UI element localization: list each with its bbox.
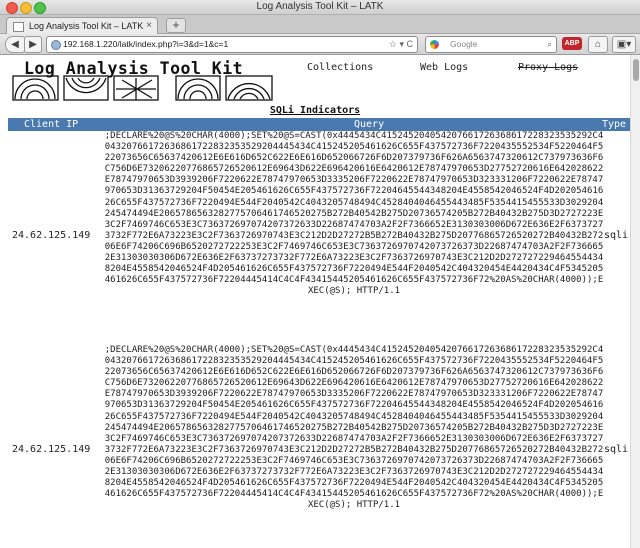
site-identity-icon[interactable] (51, 40, 61, 50)
scrollbar-thumb[interactable] (633, 59, 639, 81)
query-cell: ;DECLARE%20@S%20CHAR(4000);SET%20@S=CAST… (104, 131, 604, 297)
site-logo (12, 75, 273, 101)
client-ip-cell: 24.62.125.149 (12, 230, 91, 241)
table-row: 24.62.125.149 ;DECLARE%20@S%20CHAR(4000)… (0, 131, 630, 341)
url-text[interactable]: 192.168.1.220/latk/index.php?i=3&d=1&c=1 (63, 37, 228, 52)
home-button[interactable]: ⌂ (588, 36, 608, 53)
type-cell: sqli (604, 230, 629, 241)
page-content: Log Analysis Tool Kit Collections Web Lo… (0, 55, 630, 548)
tab-latk[interactable]: Log Analysis Tool Kit – LATK × (6, 17, 158, 34)
nav-link-web-logs[interactable]: Web Logs (420, 62, 468, 73)
navigation-toolbar: ◀ ▶ 192.168.1.220/latk/index.php?i=3&d=1… (0, 34, 640, 55)
page-favicon-icon (13, 22, 24, 32)
search-placeholder: Google (450, 39, 478, 49)
tab-close-icon[interactable]: × (146, 18, 152, 34)
address-bar[interactable]: 192.168.1.220/latk/index.php?i=3&d=1&c=1… (46, 36, 418, 53)
tab-bar: Log Analysis Tool Kit – LATK × + (0, 15, 640, 34)
results-table-header: Client IP Query Type (8, 118, 630, 131)
back-button[interactable]: ◀ (5, 36, 25, 53)
window-title: Log Analysis Tool Kit – LATK (256, 1, 384, 12)
menu-button[interactable]: ▣▾ (612, 36, 636, 53)
query-cell: ;DECLARE%20@S%20CHAR(4000);SET%20@S=CAST… (104, 345, 604, 511)
window-titlebar: Log Analysis Tool Kit – LATK (0, 0, 640, 15)
forward-button[interactable]: ▶ (24, 36, 42, 53)
type-cell: sqli (604, 444, 629, 455)
nav-link-proxy-logs[interactable]: Proxy Logs (518, 62, 578, 73)
nav-link-collections[interactable]: Collections (307, 62, 373, 73)
search-icon[interactable]: ⌕ (547, 37, 552, 52)
bookmark-star-icon[interactable]: ☆ ▾ C (389, 37, 413, 52)
new-tab-button[interactable]: + (166, 18, 186, 33)
column-header-type: Type (602, 119, 627, 130)
table-row: 24.62.125.149 ;DECLARE%20@S%20CHAR(4000)… (0, 345, 630, 548)
search-input[interactable]: Google ⌕ (425, 36, 557, 53)
vertical-scrollbar[interactable] (630, 55, 640, 548)
column-header-client-ip: Client IP (24, 119, 79, 130)
tab-label: Log Analysis Tool Kit – LATK (29, 21, 144, 31)
client-ip-cell: 24.62.125.149 (12, 444, 91, 455)
section-title: SQLi Indicators (269, 105, 361, 116)
column-header-query: Query (354, 119, 385, 130)
adblock-extension-icon[interactable]: ABP (562, 37, 582, 50)
google-logo-icon[interactable] (430, 40, 439, 49)
